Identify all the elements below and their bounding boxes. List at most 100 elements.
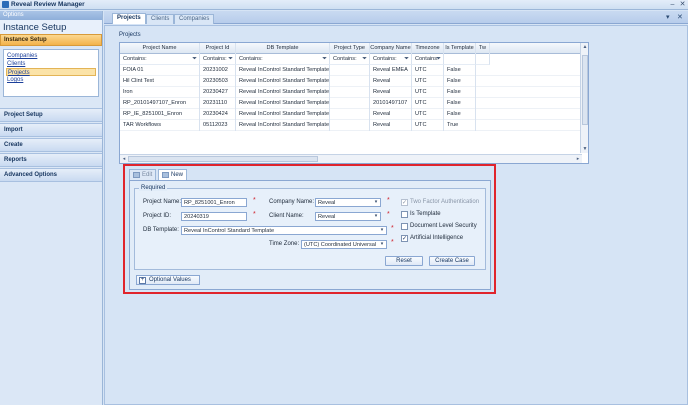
col-db-template[interactable]: DB Template: [236, 43, 330, 54]
project-id-label: Project ID:: [143, 213, 172, 219]
scroll-thumb[interactable]: [582, 55, 588, 125]
nav-import[interactable]: Import: [0, 123, 102, 137]
projects-content: Projects Project Name Project Id DB Temp…: [104, 25, 688, 405]
filter-label: Contains:: [239, 56, 263, 62]
instance-setup-links: Companies Clients Projects Logos: [3, 49, 99, 97]
optional-values-button[interactable]: + Optional Values: [136, 275, 200, 285]
filter-project-type[interactable]: Contains: ⏷: [330, 54, 370, 65]
tab-new-label: New: [171, 172, 184, 178]
table-row[interactable]: Hil Clint Text 20230503 Reveal InControl…: [120, 76, 588, 87]
table-row[interactable]: RP_IE_8251001_Enron 20230424 Reveal InCo…: [120, 109, 588, 120]
cell-company-name: Reveal EMEA: [370, 65, 412, 76]
db-template-select[interactable]: Reveal InControl Standard Template ▾: [181, 226, 387, 235]
scroll-right-icon[interactable]: ▸: [574, 155, 582, 163]
table-row[interactable]: RP_20101497107_Enron 20231110 Reveal InC…: [120, 98, 588, 109]
col-tw[interactable]: Tw: [476, 43, 490, 54]
window-title: Reveal Review Manager: [11, 1, 85, 8]
col-project-type[interactable]: Project Type: [330, 43, 370, 54]
filter-project-id[interactable]: Contains: ⏷: [200, 54, 236, 65]
scroll-left-icon[interactable]: ◂: [120, 155, 128, 163]
scroll-down-icon[interactable]: ▼: [581, 145, 588, 153]
grid-horizontal-scrollbar[interactable]: ◂ ▸: [120, 154, 582, 163]
filter-icon[interactable]: ⏷: [192, 54, 197, 64]
cell-timezone: UTC: [412, 98, 444, 109]
table-row[interactable]: TAR Workflows 05112023 Reveal InControl …: [120, 120, 588, 131]
two-factor-label: Two Factor Authentication: [410, 199, 480, 205]
chevron-down-icon[interactable]: ▾: [372, 199, 380, 206]
is-template-label: Is Template: [410, 211, 441, 217]
chevron-down-icon[interactable]: ▾: [372, 213, 380, 220]
tab-dropdown-icon[interactable]: ▾: [666, 13, 670, 21]
reset-button[interactable]: Reset: [385, 256, 423, 266]
link-clients[interactable]: Clients: [6, 60, 96, 68]
filter-icon[interactable]: ⏷: [228, 54, 233, 64]
cell-project-id: 20231110: [200, 98, 236, 109]
link-companies[interactable]: Companies: [6, 52, 96, 60]
cell-project-id: 20230427: [200, 87, 236, 98]
filter-icon[interactable]: ⏷: [322, 54, 327, 64]
filter-icon[interactable]: ⏷: [362, 54, 367, 64]
filter-company-name[interactable]: Contains: ⏷: [370, 54, 412, 65]
cell-project-type: [330, 109, 370, 120]
scroll-thumb[interactable]: [128, 156, 318, 162]
time-zone-select[interactable]: (UTC) Coordinated Universal ▾: [301, 240, 387, 249]
filter-project-name[interactable]: Contains: ⏷: [120, 54, 200, 65]
col-company-name[interactable]: Company Name: [370, 43, 412, 54]
tab-companies[interactable]: Companies: [174, 14, 215, 24]
minimize-icon[interactable]: ‒: [668, 0, 677, 9]
chevron-down-icon[interactable]: ▾: [378, 241, 386, 248]
link-logos[interactable]: Logos: [6, 76, 96, 84]
artificial-intelligence-checkbox[interactable]: ✓: [401, 235, 408, 242]
chevron-down-icon[interactable]: ▾: [378, 227, 386, 234]
filter-icon[interactable]: ⏷: [436, 54, 441, 64]
col-project-name[interactable]: Project Name: [120, 43, 200, 54]
tab-edit[interactable]: Edit: [129, 169, 157, 180]
document-level-security-checkbox[interactable]: [401, 223, 408, 230]
client-name-select[interactable]: Reveal ▾: [315, 212, 381, 221]
nav-advanced-options[interactable]: Advanced Options: [0, 168, 102, 182]
cell-project-type: [330, 76, 370, 87]
required-marker: *: [387, 197, 390, 204]
project-name-field[interactable]: RP_8251001_Enron: [181, 198, 247, 207]
nav-create[interactable]: Create: [0, 138, 102, 152]
nav-project-setup[interactable]: Project Setup: [0, 108, 102, 122]
required-marker: *: [253, 197, 256, 204]
tab-projects[interactable]: Projects: [112, 13, 146, 24]
cell-project-id: 20230424: [200, 109, 236, 120]
table-row[interactable]: Iron 20230427 Reveal InControl Standard …: [120, 87, 588, 98]
project-id-field[interactable]: 20240319: [181, 212, 247, 221]
is-template-checkbox[interactable]: [401, 211, 408, 218]
scroll-up-icon[interactable]: ▲: [581, 43, 588, 51]
company-name-select[interactable]: Reveal ▾: [315, 198, 381, 207]
cell-project-name: TAR Workflows: [120, 120, 200, 131]
cell-company-name: Reveal: [370, 120, 412, 131]
close-icon[interactable]: ✕: [678, 0, 687, 9]
cell-project-name: RP_IE_8251001_Enron: [120, 109, 200, 120]
nav-instance-setup[interactable]: Instance Setup: [0, 34, 102, 46]
tab-close-icon[interactable]: ✕: [677, 13, 683, 21]
table-row[interactable]: FOIA 01 20231002 Reveal InControl Standa…: [120, 65, 588, 76]
main-area: Projects Clients Companies ▾ ✕ Projects …: [104, 11, 688, 405]
filter-tw[interactable]: [476, 54, 490, 65]
grid-vertical-scrollbar[interactable]: ▲ ▼: [580, 43, 588, 153]
cell-project-type: [330, 65, 370, 76]
cell-project-type: [330, 98, 370, 109]
sidebar: Options Instance Setup Instance Setup Co…: [0, 11, 103, 405]
filter-db-template[interactable]: Contains: ⏷: [236, 54, 330, 65]
filter-row: Contains: ⏷ Contains: ⏷ Contains: ⏷ Contain…: [120, 54, 588, 65]
filter-icon[interactable]: ⏷: [404, 54, 409, 64]
tab-clients[interactable]: Clients: [146, 14, 175, 24]
col-is-template[interactable]: Is Template: [444, 43, 476, 54]
cell-timezone: UTC: [412, 109, 444, 120]
filter-timezone[interactable]: Contains: ⏷: [412, 54, 444, 65]
filter-is-template[interactable]: [444, 54, 476, 65]
link-projects[interactable]: Projects: [6, 68, 96, 76]
create-case-button[interactable]: Create Case: [429, 256, 475, 266]
col-timezone[interactable]: Timezone: [412, 43, 444, 54]
nav-reports[interactable]: Reports: [0, 153, 102, 167]
two-factor-checkbox[interactable]: ✓: [401, 199, 408, 206]
tab-new[interactable]: New: [158, 169, 188, 180]
grid-header: Project Name Project Id DB Template Proj…: [120, 43, 588, 54]
projects-grid: Project Name Project Id DB Template Proj…: [119, 42, 589, 164]
col-project-id[interactable]: Project Id: [200, 43, 236, 54]
